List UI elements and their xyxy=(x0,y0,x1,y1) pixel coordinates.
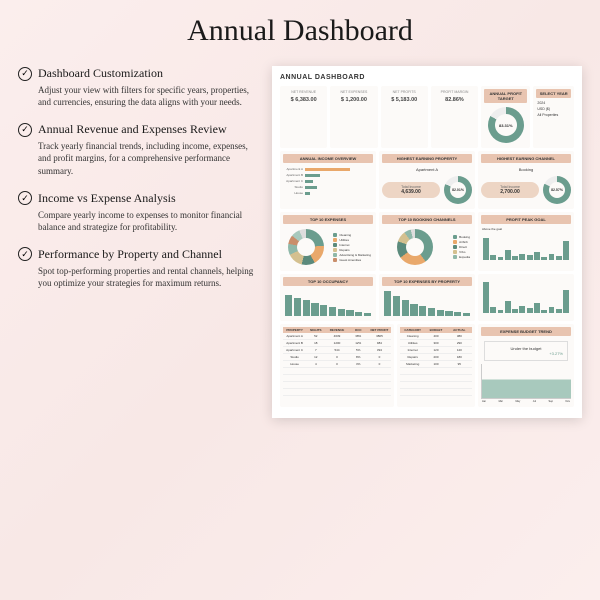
feature-item: ✓ Dashboard Customization Adjust your vie… xyxy=(18,66,258,108)
target-card: ANNUAL PROFIT TARGET 83.31% xyxy=(481,86,530,148)
kpi-revenue: NET REVENUE$ 6,383.00 xyxy=(280,86,327,148)
channel-donut xyxy=(397,229,433,265)
filters-card: SELECT YEAR 2024 USD ($) All Properties xyxy=(533,86,574,148)
margin-donut: 82.01% xyxy=(444,176,472,204)
hbar-chart: Apartment A Apartment B Apartment C Stud… xyxy=(283,165,373,197)
feature-desc: Compare yearly income to expenses to mon… xyxy=(18,209,258,233)
goal-bars-2 xyxy=(481,277,571,315)
margin-donut: 82.57% xyxy=(543,176,571,204)
dashboard-preview: ANNUAL DASHBOARD NET REVENUE$ 6,383.00 N… xyxy=(272,66,582,418)
feature-item: ✓ Income vs Expense Analysis Compare year… xyxy=(18,191,258,233)
category-table: CATEGORYBUDGETACTUAL Cleaning400380 Util… xyxy=(397,324,475,407)
feature-desc: Track yearly financial trends, including… xyxy=(18,140,258,176)
check-icon: ✓ xyxy=(18,191,32,205)
target-donut: 83.31% xyxy=(488,107,524,143)
feature-name: Performance by Property and Channel xyxy=(38,247,222,262)
check-icon: ✓ xyxy=(18,123,32,137)
area-chart xyxy=(481,364,571,399)
occupancy-card: TOP 10 OCCUPANCY xyxy=(280,274,376,321)
feature-item: ✓ Annual Revenue and Expenses Review Trac… xyxy=(18,122,258,176)
feature-list: ✓ Dashboard Customization Adjust your vie… xyxy=(18,66,258,289)
profit-goal-card-2 xyxy=(478,274,574,321)
check-icon: ✓ xyxy=(18,247,32,261)
occ-bars xyxy=(283,288,373,318)
check-icon: ✓ xyxy=(18,67,32,81)
kpi-expenses: NET EXPENSES$ 1,200.00 xyxy=(330,86,377,148)
expense-donut xyxy=(288,229,324,265)
exp-bars xyxy=(382,288,472,318)
budget-status: Under the budget +3.27% xyxy=(484,341,568,361)
kpi-margin: PROFIT MARGIN82.86% xyxy=(431,86,478,148)
feature-name: Income vs Expense Analysis xyxy=(38,191,176,206)
page-title: Annual Dashboard xyxy=(18,14,582,48)
feature-item: ✓ Performance by Property and Channel Spo… xyxy=(18,247,258,289)
top-channels-card: TOP 10 BOOKING CHANNELS Booking Airbnb D… xyxy=(379,212,475,271)
budget-trend-card: EXPENSE BUDGET TREND Under the budget +3… xyxy=(478,324,574,407)
month-axis: JanMarMayJulSepNov xyxy=(481,399,571,404)
dashboard-title: ANNUAL DASHBOARD xyxy=(280,74,574,81)
expense-legend: Cleaning Utilities Internet Repairs Adve… xyxy=(331,231,373,264)
best-property-card: HIGHEST EARNING PROPERTY Apartment A Tot… xyxy=(379,151,475,209)
kpi-profits: NET PROFITS$ 5,183.00 xyxy=(381,86,428,148)
exp-property-card: TOP 10 EXPENSES BY PROPERTY xyxy=(379,274,475,321)
profit-goal-card: PROFIT PEAK GOAL Above the goal xyxy=(478,212,574,271)
top-expenses-card: TOP 10 EXPENSES Cleaning Utilities Inter… xyxy=(280,212,376,271)
feature-name: Annual Revenue and Expenses Review xyxy=(38,122,227,137)
properties-table: PROPERTYNIGHTSREVENUEOCCNET PROFIT Apart… xyxy=(280,324,394,407)
feature-desc: Spot top-performing properties and renta… xyxy=(18,265,258,289)
income-overview-card: ANNUAL INCOME OVERVIEW Apartment A Apart… xyxy=(280,151,376,209)
best-channel-card: HIGHEST EARNING CHANNEL Booking Total In… xyxy=(478,151,574,209)
feature-name: Dashboard Customization xyxy=(38,66,163,81)
feature-desc: Adjust your view with filters for specif… xyxy=(18,84,258,108)
channel-legend: Booking Airbnb Direct Vrbo Expedia xyxy=(451,233,472,261)
goal-bars xyxy=(481,232,571,262)
